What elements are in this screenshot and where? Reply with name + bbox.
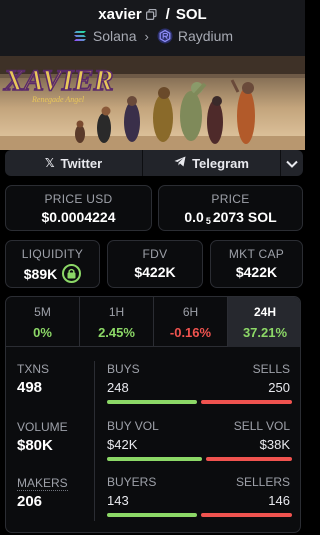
buyers-value: 143 (107, 493, 129, 508)
telegram-button[interactable]: Telegram (143, 150, 281, 176)
price-sol-card: PRICE 0.0 5 2073 SOL (158, 185, 303, 231)
buy-vol-value: $42K (107, 437, 138, 452)
fdv-card: FDV $422K (107, 240, 203, 288)
copy-icon[interactable] (145, 9, 157, 20)
price-change: 37.21% (242, 325, 288, 340)
pair-separator: / (165, 6, 170, 23)
twitter-label: Twitter (60, 155, 103, 171)
sell-vol-bar (206, 457, 292, 461)
tab-label: 1H (108, 305, 125, 319)
price-usd-value: $0.0004224 (41, 209, 116, 225)
chevron-right-icon: › (144, 28, 149, 44)
buy-vol-bar (107, 457, 202, 461)
liquidity-card: LIQUIDITY $89K (5, 240, 100, 288)
social-links: 𝕏 Twitter Telegram (5, 150, 303, 176)
buys-label: BUYS (107, 362, 140, 376)
buy-vol-label: BUY VOL (107, 419, 159, 433)
price-sol-prefix: 0.0 (184, 209, 204, 225)
tab-label: 5M (34, 305, 51, 319)
sellers-label: SELLERS (235, 475, 290, 489)
timeframe-tabs: 5M 0% 1H 2.45% 6H -0.16% 24H 37.21% (6, 297, 300, 347)
buyers-bar (107, 513, 197, 517)
price-change: 0% (33, 325, 52, 340)
txns-value: 498 (17, 379, 43, 396)
chevron-down-icon (286, 156, 298, 171)
token-name: xavier (98, 6, 142, 23)
sells-value: 250 (268, 380, 290, 395)
twitter-button[interactable]: 𝕏 Twitter (5, 150, 143, 176)
solana-icon (72, 28, 88, 44)
sell-vol-value: $38K (259, 437, 290, 452)
quote-token: SOL (175, 6, 207, 23)
tab-label: 24H (253, 305, 276, 319)
fdv-label: FDV (142, 247, 168, 261)
logo-text: XAVIER (3, 64, 114, 97)
raydium-icon (157, 28, 173, 44)
token-banner: XAVIER Renegade Angel (0, 56, 305, 150)
liquidity-label: LIQUIDITY (21, 247, 84, 261)
price-change: -0.16% (169, 325, 212, 340)
stats-divider (94, 361, 95, 521)
sellers-bar (201, 513, 292, 517)
logo-subtitle: Renegade Angel (31, 95, 85, 104)
market-cap-label: MKT CAP (228, 247, 285, 261)
price-change: 2.45% (98, 325, 135, 340)
chain-link[interactable]: Solana (93, 28, 137, 44)
tab-6h[interactable]: 6H -0.16% (154, 297, 228, 347)
buys-bar (107, 400, 197, 404)
dex-link[interactable]: Raydium (178, 28, 233, 44)
makers-label: MAKERS (17, 476, 68, 491)
lock-icon[interactable] (62, 264, 82, 283)
price-usd-card: PRICE USD $0.0004224 (5, 185, 152, 231)
tab-1h[interactable]: 1H 2.45% (80, 297, 154, 347)
pair-title: xavier / SOL (0, 6, 305, 23)
more-links-button[interactable] (281, 150, 303, 176)
trading-stats-panel: 5M 0% 1H 2.45% 6H -0.16% 24H 37.21% TXNS… (5, 296, 301, 533)
sells-bar (201, 400, 292, 404)
buyers-label: BUYERS (107, 475, 157, 489)
sells-label: SELLS (252, 362, 290, 376)
tab-5m[interactable]: 5M 0% (6, 297, 80, 347)
liquidity-amount: $89K (23, 265, 58, 282)
buys-value: 248 (107, 380, 129, 395)
market-cap-card: MKT CAP $422K (210, 240, 303, 288)
sell-vol-label: SELL VOL (233, 419, 290, 433)
fdv-value: $422K (134, 264, 176, 280)
chain-breadcrumb: Solana › Raydium (0, 28, 305, 44)
sellers-value: 146 (268, 493, 290, 508)
volume-label: VOLUME (17, 420, 68, 434)
telegram-icon (174, 156, 186, 170)
tab-label: 6H (182, 305, 199, 319)
price-sol-value: 0.0 5 2073 SOL (159, 209, 302, 226)
pair-header: xavier / SOL Solana › Raydium (0, 0, 305, 56)
x-logo-icon: 𝕏 (44, 156, 55, 170)
txns-label: TXNS (17, 362, 50, 376)
price-usd-label: PRICE USD (44, 192, 113, 206)
telegram-label: Telegram (192, 155, 249, 171)
price-sol-label: PRICE (211, 192, 250, 206)
volume-value: $80K (17, 437, 53, 454)
tab-24h[interactable]: 24H 37.21% (228, 297, 300, 347)
market-cap-value: $422K (235, 264, 278, 280)
makers-value: 206 (17, 493, 43, 510)
liquidity-value: $89K (6, 264, 99, 283)
price-sol-digits: 2073 SOL (212, 209, 277, 225)
price-sol-zeros: 5 (205, 216, 211, 226)
